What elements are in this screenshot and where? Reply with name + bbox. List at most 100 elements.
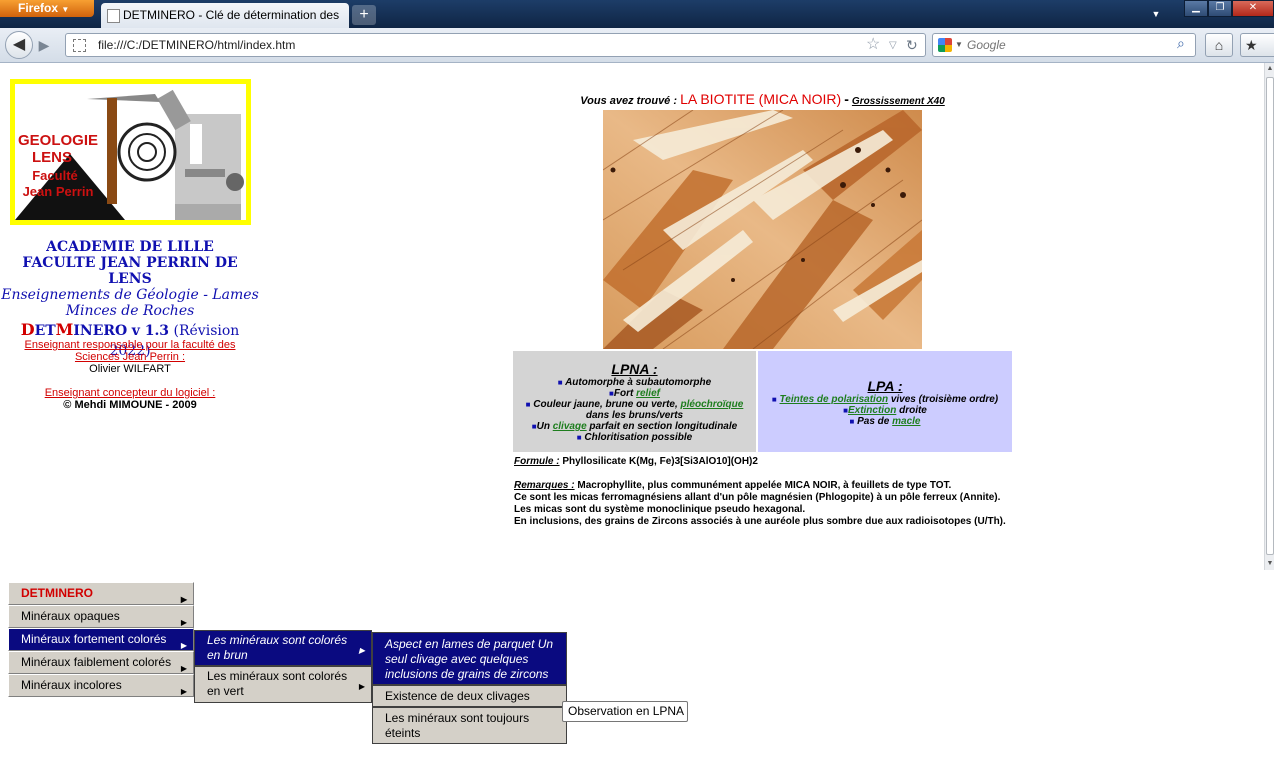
optical-properties-table: LPNA : ■ Automorphe à subautomorphe ■For… (513, 351, 1012, 452)
magnification-link[interactable]: Grossissement X40 (852, 96, 945, 107)
lpna-line-2: ■Fort relief (513, 388, 756, 399)
app-version: v 1.3 (131, 323, 170, 339)
forward-arrow-icon[interactable]: ▶ (34, 36, 54, 54)
lpna-title: LPNA : (611, 361, 658, 377)
bullet-icon: ■ (525, 400, 531, 409)
chevron-right-icon: ▶ (358, 646, 365, 655)
close-icon[interactable]: ✕ (1232, 0, 1274, 17)
minimize-icon[interactable]: ▁ (1184, 0, 1208, 17)
faculty-title: FACULTE JEAN PERRIN DE LENS (22, 255, 238, 287)
submenu-item-green[interactable]: Les minéraux sont colorés en vert ▶ (194, 666, 372, 703)
chevron-down-icon[interactable]: ▽ (889, 37, 897, 55)
url-text[interactable]: file:///C:/DETMINERO/html/index.htm (98, 34, 295, 56)
firefox-menu-button[interactable]: Firefox ▼ (0, 0, 94, 17)
cleavage-link[interactable]: clivage (553, 421, 587, 432)
back-arrow-icon[interactable]: ◀ (5, 31, 33, 59)
submenu-item-two-cleavages[interactable]: Existence de deux clivages (372, 685, 567, 707)
lpna-line-4: ■Un clivage parfait en section longitudi… (513, 421, 756, 432)
lpa-text-1: vives (troisième ordre) (888, 394, 999, 405)
submenu-item-parquet[interactable]: Aspect en lames de parquet Un seul cliva… (372, 632, 567, 685)
lpa-title: LPA : (867, 378, 903, 394)
menu-label-opaques: Minéraux opaques (21, 609, 120, 623)
remarks-label: Remarques : (514, 480, 575, 491)
result-header: Vous avez trouvé : LA BIOTITE (MICA NOIR… (513, 91, 1012, 107)
maximize-icon[interactable]: ❐ (1208, 0, 1232, 17)
tab-list-icon[interactable]: ▼ (1146, 5, 1166, 23)
page-icon (73, 39, 86, 52)
page-icon (107, 9, 120, 23)
reload-icon[interactable]: ↻ (906, 36, 918, 54)
mineral-name: LA BIOTITE (MICA NOIR) (680, 91, 842, 107)
search-input[interactable] (967, 36, 1167, 54)
remarks-block: Remarques : Macrophyllite, plus communém… (514, 480, 1012, 528)
search-bar[interactable]: ▼ ⌕ (932, 33, 1196, 57)
designer-label: Enseignant concepteur du logiciel : (44, 387, 216, 399)
lpna-line-3: ■ Couleur jaune, brune ou verte, pléochr… (513, 399, 756, 421)
new-tab-button[interactable]: + (352, 5, 376, 25)
title-bar: Firefox ▼ DETMINERO - Clé de déterminati… (0, 0, 1274, 47)
lpa-line-2: ■Extinction droite (758, 405, 1012, 416)
responsible-name: Olivier WILFART (89, 363, 171, 375)
remark-1: Macrophyllite, plus communément appelée … (577, 480, 952, 491)
menu-label-strongly-coloured: Minéraux fortement colorés (21, 632, 167, 646)
menu-item-detminero[interactable]: DETMINERO ▶ (8, 582, 194, 605)
search-icon[interactable]: ⌕ (1177, 35, 1185, 52)
logo-text-2: LENS (31, 149, 72, 166)
chevron-right-icon: ▶ (180, 687, 187, 696)
academy-title: ACADEMIE DE LILLE (46, 239, 214, 255)
menu-item-colourless[interactable]: Minéraux incolores ▶ (8, 674, 194, 697)
lpna-line-5: ■ Chloritisation possible (513, 432, 756, 443)
scroll-down-icon[interactable]: ▼ (1265, 558, 1274, 570)
google-icon[interactable] (938, 38, 952, 52)
menu-item-strongly-coloured[interactable]: Minéraux fortement colorés ▶ (8, 628, 194, 651)
app-title-d: D (20, 320, 35, 339)
found-label: Vous avez trouvé : (580, 95, 678, 107)
submenu-item-always-extinct[interactable]: Les minéraux sont toujours éteints (372, 707, 567, 744)
relief-link[interactable]: relief (636, 388, 660, 399)
lpa-text-2: droite (896, 405, 927, 416)
thin-section-photo (603, 110, 922, 349)
url-bar[interactable]: file:///C:/DETMINERO/html/index.htm ☆ ▽ … (65, 33, 926, 57)
submenu-item-brown[interactable]: Les minéraux sont colorés en brun ▶ (194, 630, 372, 666)
submenu-label-two-cleavages: Existence de deux clivages (385, 689, 530, 703)
menu-label-colourless: Minéraux incolores (21, 678, 122, 692)
submenu-label-parquet: Aspect en lames de parquet Un seul cliva… (385, 637, 554, 681)
lpna-text-2: Fort (613, 388, 637, 399)
remark-3: Les micas sont du système monoclinique p… (514, 504, 806, 515)
lpna-text-3b: dans les bruns/verts (585, 410, 684, 421)
credits-block: Enseignant responsable pour la faculté d… (20, 339, 240, 411)
app-title-m: M (55, 320, 74, 339)
vertical-scrollbar[interactable]: ▲ ▼ (1264, 63, 1274, 570)
logo-text-4: Jean Perrin (22, 184, 94, 199)
menu-item-weakly-coloured[interactable]: Minéraux faiblement colorés ▶ (8, 651, 194, 674)
logo-text-3: Faculté (32, 168, 78, 183)
app-title-et: ET (34, 323, 56, 339)
extinction-link[interactable]: Extinction (848, 405, 896, 416)
geologie-lens-logo: GEOLOGIE LENS Faculté Jean Perrin (10, 79, 251, 225)
scrollbar-thumb[interactable] (1266, 77, 1274, 555)
polarisation-colours-link[interactable]: Teintes de polarisation (780, 394, 889, 405)
browser-tab[interactable]: DETMINERO - Clé de détermination des ... (101, 3, 349, 47)
menu-item-opaques[interactable]: Minéraux opaques ▶ (8, 605, 194, 628)
biotite-micrograph (603, 110, 922, 349)
home-icon[interactable]: ⌂ (1205, 33, 1233, 57)
formula-text: Phyllosilicate K(Mg, Fe)3[Si3AlO10](OH)2 (562, 456, 758, 467)
chevron-down-icon: ▼ (61, 5, 70, 14)
twinning-link[interactable]: macle (892, 416, 920, 427)
firefox-menu-label: Firefox (18, 1, 59, 15)
lpa-text-3: Pas de (857, 416, 893, 427)
pleochroism-link[interactable]: pléochroïque (681, 399, 744, 410)
logo-text-1: GEOLOGIE (18, 132, 99, 149)
bullet-icon: ■ (849, 417, 855, 426)
scroll-up-icon[interactable]: ▲ (1265, 63, 1274, 75)
menu-label-detminero: DETMINERO (21, 586, 93, 600)
formula-block: Formule : Phyllosilicate K(Mg, Fe)3[Si3A… (514, 456, 1012, 468)
tooltip: Observation en LPNA (562, 701, 688, 722)
submenu-label-brown: Les minéraux sont colorés en brun (207, 633, 348, 662)
chevron-down-icon[interactable]: ▼ (955, 37, 963, 53)
remark-2: Ce sont les micas ferromagnésiens allant… (514, 492, 1001, 503)
bookmarks-icon[interactable]: ★ (1240, 33, 1274, 57)
star-icon[interactable]: ☆ (866, 36, 880, 54)
lpna-cell: LPNA : ■ Automorphe à subautomorphe ■For… (513, 351, 756, 452)
formula-label: Formule : (514, 456, 560, 467)
